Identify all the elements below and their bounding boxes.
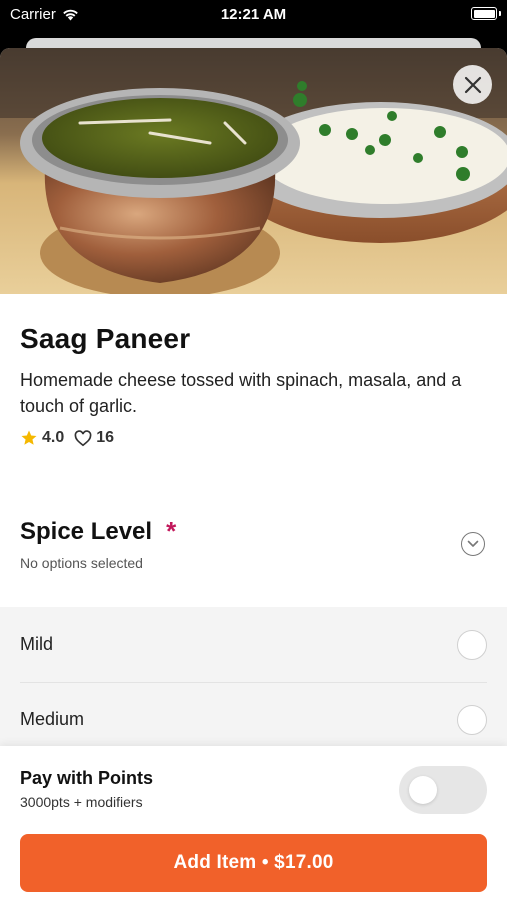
checkout-panel: Pay with Points 3000pts + modifiers Add … xyxy=(0,746,507,900)
item-description: Homemade cheese tossed with spinach, mas… xyxy=(20,370,462,416)
points-toggle[interactable] xyxy=(399,766,487,814)
required-mark: * xyxy=(166,516,177,546)
option-mild[interactable]: Mild xyxy=(0,607,507,682)
spice-level-header[interactable]: Spice Level * No options selected xyxy=(20,516,487,576)
radio-button[interactable] xyxy=(457,629,487,660)
likes-count: 16 xyxy=(96,429,115,446)
option-label: Medium xyxy=(20,709,85,729)
rating: 4.0 xyxy=(20,429,64,447)
points-title: Pay with Points xyxy=(20,768,154,788)
likes[interactable]: 16 xyxy=(74,429,114,447)
add-item-label: Add Item • $17.00 xyxy=(173,852,334,873)
item-detail-sheet: Saag Paneer Homemade cheese tossed with … xyxy=(0,48,507,900)
option-label: Mild xyxy=(20,634,54,654)
heart-icon xyxy=(74,429,92,446)
pay-with-points: Pay with Points 3000pts + modifiers xyxy=(20,768,153,810)
battery-tip xyxy=(499,11,501,16)
spice-level-title: Spice Level xyxy=(20,517,153,545)
item-photo xyxy=(0,48,507,294)
battery-icon xyxy=(471,7,497,20)
add-item-button[interactable]: Add Item • $17.00 xyxy=(20,834,487,892)
status-time: 12:21 AM xyxy=(220,6,287,23)
points-subtitle: 3000pts + modifiers xyxy=(20,794,143,810)
spice-options: Mild Medium xyxy=(0,607,507,747)
spice-level-subtitle: No options selected xyxy=(20,555,143,571)
item-stats: 4.0 16 xyxy=(20,429,487,447)
toggle-knob xyxy=(409,776,437,804)
radio-button[interactable] xyxy=(457,704,487,735)
close-icon xyxy=(464,76,481,93)
star-icon xyxy=(21,430,37,445)
section-title: Spice Level * xyxy=(20,516,487,547)
status-bar: Carrier 12:21 AM xyxy=(0,0,507,30)
item-info: Saag Paneer Homemade cheese tossed with … xyxy=(20,323,487,447)
rating-value: 4.0 xyxy=(42,429,65,446)
close-button[interactable] xyxy=(453,65,492,104)
item-title: Saag Paneer xyxy=(20,323,191,354)
chevron-down-icon[interactable] xyxy=(461,532,485,556)
